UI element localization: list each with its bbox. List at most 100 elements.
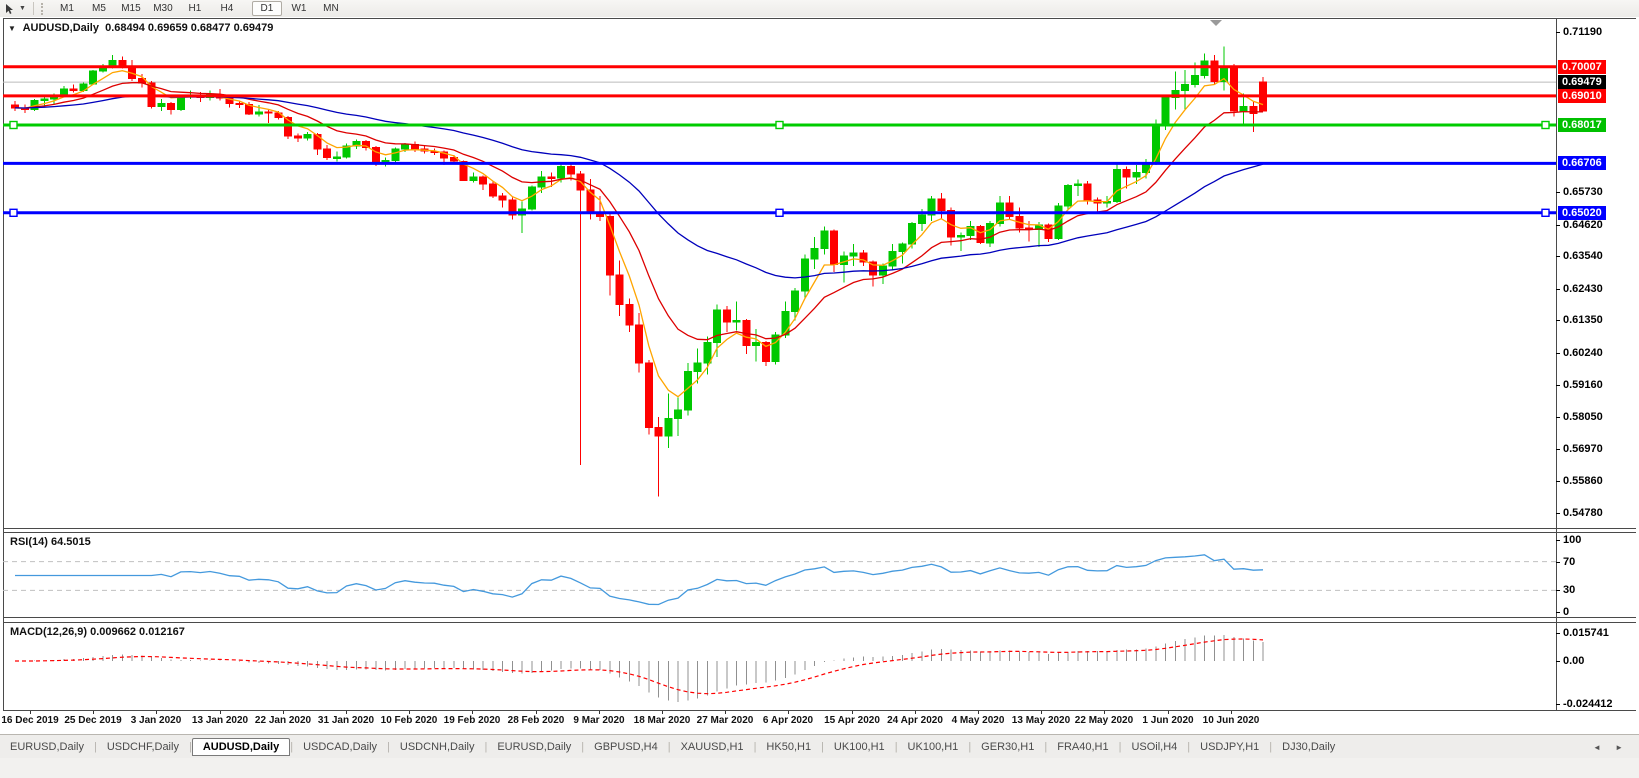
date-axis-label: 10 Jun 2020 [1203, 715, 1260, 726]
chart-tab-eurusd-daily[interactable]: EURUSD,Daily [487, 739, 581, 755]
timeframe-button-h4[interactable]: H4 [212, 1, 242, 16]
date-axis-tick [409, 711, 410, 714]
date-axis-label: 28 Feb 2020 [508, 715, 565, 726]
rsi-axis-tick-label: 30 [1563, 584, 1575, 596]
date-axis-tick [220, 711, 221, 714]
chart-tab-uk100-h1[interactable]: UK100,H1 [824, 739, 895, 755]
date-axis-label: 1 Jun 2020 [1142, 715, 1193, 726]
date-axis-tick [1104, 711, 1105, 714]
chart-tab-usoil-h4[interactable]: USOil,H4 [1121, 739, 1187, 755]
price-chart-pane[interactable] [3, 18, 1556, 528]
timeframe-button-m30[interactable]: M30 [148, 1, 178, 16]
date-axis-tick [978, 711, 979, 714]
line-selection-marker[interactable] [10, 122, 17, 129]
rsi-axis-tick-label: 0 [1563, 606, 1569, 618]
date-axis-label: 13 May 2020 [1012, 715, 1070, 726]
price-axis-tick [1556, 256, 1560, 257]
chart-tab-hk50-h1[interactable]: HK50,H1 [756, 739, 821, 755]
date-axis-tick [156, 711, 157, 714]
price-axis-tick-label: 0.64620 [1563, 219, 1603, 231]
price-axis-tick [1556, 513, 1560, 514]
cursor-icon [4, 3, 16, 15]
chart-ohlc-values: 0.68494 0.69659 0.68477 0.69479 [105, 22, 273, 34]
price-badge: 0.66706 [1558, 156, 1606, 170]
chart-tab-usdcnh-daily[interactable]: USDCNH,Daily [390, 739, 485, 755]
date-axis-tick [1041, 711, 1042, 714]
date-axis-label: 22 May 2020 [1075, 715, 1133, 726]
timeframe-button-m15[interactable]: M15 [116, 1, 146, 16]
chart-shift-marker[interactable] [1210, 20, 1222, 26]
date-axis-tick [30, 711, 31, 714]
rsi-pane[interactable] [3, 532, 1556, 617]
price-badge: 0.65020 [1558, 206, 1606, 220]
timeframe-button-m1[interactable]: M1 [52, 1, 82, 16]
line-selection-marker[interactable] [1542, 122, 1549, 129]
line-selection-marker[interactable] [10, 209, 17, 216]
date-axis-tick [662, 711, 663, 714]
price-axis-tick-label: 0.65730 [1563, 186, 1603, 198]
macd-axis-tick [1556, 661, 1560, 662]
date-axis-label: 16 Dec 2019 [1, 715, 58, 726]
date-axis-label: 18 Mar 2020 [634, 715, 691, 726]
timeframe-button-h1[interactable]: H1 [180, 1, 210, 16]
candlestick-series [12, 46, 1267, 496]
date-axis-label: 15 Apr 2020 [824, 715, 880, 726]
rsi-axis-tick [1556, 590, 1560, 591]
macd-axis-tick [1556, 633, 1560, 634]
date-axis-tick [1168, 711, 1169, 714]
rsi-axis-tick [1556, 540, 1560, 541]
macd-pane[interactable] [3, 622, 1556, 710]
price-axis-tick [1556, 417, 1560, 418]
chart-window: ▼ AUDUSD,Daily 0.68494 0.69659 0.68477 0… [0, 17, 1639, 734]
chart-tab-dj30-daily[interactable]: DJ30,Daily [1272, 739, 1345, 755]
price-axis-tick [1556, 481, 1560, 482]
timeframe-button-m5[interactable]: M5 [84, 1, 114, 16]
date-axis-label: 24 Apr 2020 [887, 715, 943, 726]
line-selection-marker[interactable] [776, 122, 783, 129]
ma-medium-line [15, 83, 1263, 340]
fast-navigation-icon[interactable]: ▼ [8, 24, 16, 33]
price-badge: 0.69010 [1558, 89, 1606, 103]
line-selection-marker[interactable] [776, 209, 783, 216]
date-axis-label: 22 Jan 2020 [255, 715, 311, 726]
chart-tab-audusd-daily[interactable]: AUDUSD,Daily [192, 738, 290, 756]
chart-tab-ger30-h1[interactable]: GER30,H1 [971, 739, 1044, 755]
timeframe-button-mn[interactable]: MN [316, 1, 346, 16]
price-badge: 0.70007 [1558, 60, 1606, 74]
chevron-down-icon[interactable]: ▼ [19, 5, 26, 12]
rsi-axis-tick-label: 100 [1563, 534, 1581, 546]
chart-tab-gbpusd-h4[interactable]: GBPUSD,H4 [584, 739, 668, 755]
chart-tab-xauusd-h1[interactable]: XAUUSD,H1 [671, 739, 754, 755]
line-selection-marker[interactable] [1542, 209, 1549, 216]
date-axis-label: 31 Jan 2020 [318, 715, 374, 726]
rsi-axis-tick [1556, 562, 1560, 563]
chart-tab-usdcad-daily[interactable]: USDCAD,Daily [293, 739, 387, 755]
date-axis-tick [346, 711, 347, 714]
bottom-strip [0, 758, 1639, 778]
date-axis-tick [283, 711, 284, 714]
price-axis-tick [1556, 289, 1560, 290]
date-axis-label: 13 Jan 2020 [192, 715, 248, 726]
date-axis: 16 Dec 201925 Dec 20193 Jan 202013 Jan 2… [0, 711, 1639, 733]
macd-axis-tick [1556, 704, 1560, 705]
timeframe-button-group: M1M5M15M30H1H4 D1W1MN [51, 1, 355, 16]
chart-tab-usdjpy-h1[interactable]: USDJPY,H1 [1190, 739, 1269, 755]
timeframe-button-d1[interactable]: D1 [252, 1, 282, 16]
price-axis-tick-label: 0.55860 [1563, 475, 1603, 487]
price-axis-tick [1556, 449, 1560, 450]
chart-tab-usdchf-daily[interactable]: USDCHF,Daily [97, 739, 189, 755]
date-axis-label: 27 Mar 2020 [697, 715, 754, 726]
chart-tab-eurusd-daily[interactable]: EURUSD,Daily [0, 739, 94, 755]
date-axis-tick [915, 711, 916, 714]
date-axis-tick [852, 711, 853, 714]
main-pane-bottom-border [3, 528, 1636, 529]
chart-tab-fra40-h1[interactable]: FRA40,H1 [1047, 739, 1118, 755]
timeframe-button-w1[interactable]: W1 [284, 1, 314, 16]
toolbar-grip-handle[interactable] [41, 3, 46, 15]
tab-scroll-arrows[interactable]: ◄ ► [1593, 743, 1629, 752]
cursor-tool-button[interactable]: ▼ [4, 3, 29, 15]
price-axis-tick-label: 0.63540 [1563, 250, 1603, 262]
date-axis-tick [1231, 711, 1232, 714]
chart-tab-uk100-h1[interactable]: UK100,H1 [898, 739, 969, 755]
rsi-line [15, 555, 1263, 605]
